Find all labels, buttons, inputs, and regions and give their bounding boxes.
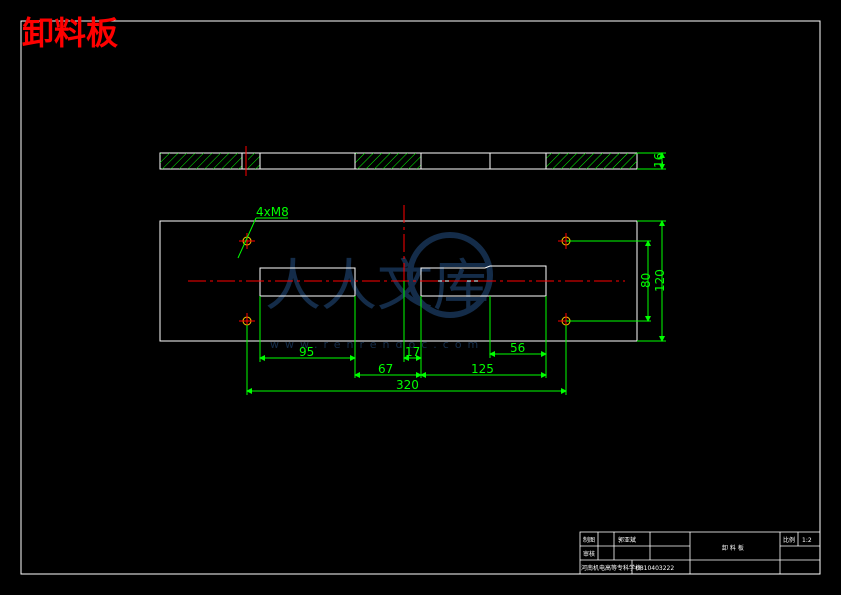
dim-320: 320 [396,378,419,392]
hole-callout: 4xM8 [256,205,289,219]
dim-17: 17 [405,345,420,359]
drawing-title: 卸料板 [22,14,118,52]
hatch-middle [355,153,421,169]
hatch-left-small [248,153,260,169]
hatch-right [546,153,637,169]
dim-thickness: 16 [652,153,666,168]
section-view: 16 [159,146,666,176]
dim-120: 120 [653,269,667,292]
tb-drawing-no: 0810403222 [636,565,674,572]
tb-label-draw: 制图 [583,536,595,544]
watermark-text: 人人文库 [265,254,489,319]
watermark: 人人文库 www.renrendoc.com [265,232,493,351]
tb-label-scale: 比例 [783,536,795,544]
cad-drawing: 卸料板 人人文库 www.renrendoc.com 16 4xM8 95 17… [20,14,821,575]
dim-67: 67 [378,362,393,376]
tb-scale: 1:2 [802,537,812,544]
tb-label-check: 审核 [583,550,595,558]
hatch-left [160,153,242,169]
hole-top-left [239,233,255,249]
tb-part-name: 卸 料 板 [722,544,744,552]
dim-56: 56 [510,341,525,355]
dim-95: 95 [299,345,314,359]
tb-name-draw: 郭亚斌 [618,536,636,544]
dim-125: 125 [471,362,494,376]
dim-80: 80 [639,273,653,288]
tb-school: 河南机电高等专科学校 [581,564,641,572]
